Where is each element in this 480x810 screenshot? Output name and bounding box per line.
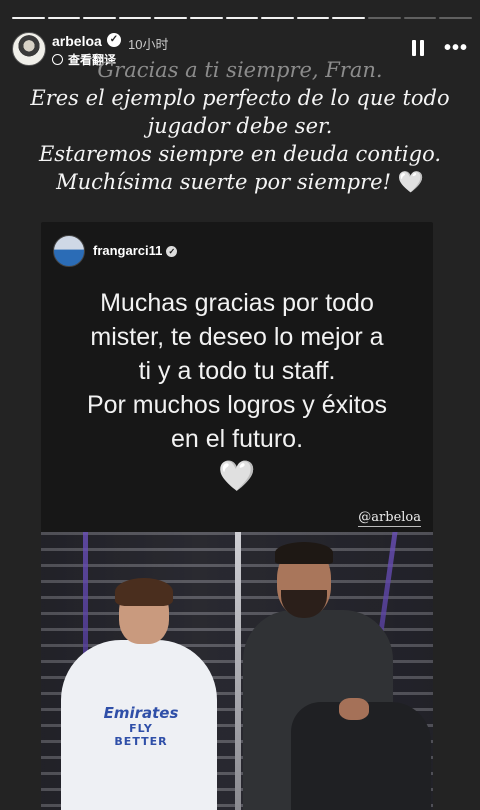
username[interactable]: arbeloa [52, 33, 102, 49]
white-heart-icon: 🤍 [218, 460, 256, 493]
shared-post-line: en el futuro. [170, 425, 304, 453]
progress-segment [439, 17, 472, 19]
story-caption: Gracias a ti siempre, Fran. Eres el ejem… [0, 56, 480, 196]
caption-line: Gracias a ti siempre, Fran. [97, 58, 383, 82]
shared-post-line: ti y a todo tu staff. [138, 357, 336, 385]
jersey-sponsor: Emirates FLY BETTER [101, 704, 181, 748]
progress-segment [403, 17, 437, 19]
shared-post-username[interactable]: frangarci11 ✓ [93, 243, 178, 258]
caption-line: jugador debe ser. [147, 114, 333, 138]
more-icon[interactable]: ••• [444, 38, 468, 58]
caption-text: Muchísima suerte por siempre! [56, 170, 392, 194]
progress-segment [332, 17, 366, 19]
progress-segment [368, 17, 401, 19]
shared-post-line: Por muchos logros y éxitos [86, 391, 388, 419]
shared-post-avatar[interactable] [53, 235, 85, 267]
pause-icon[interactable] [412, 40, 424, 56]
progress-segment [83, 17, 116, 19]
progress-segment [261, 17, 294, 19]
progress-segment [296, 17, 330, 19]
progress-segment [12, 17, 45, 19]
caption-line: Eres el ejemplo perfecto de lo que todo [30, 86, 450, 110]
progress-segment [190, 17, 223, 19]
story-progress-bar [12, 17, 472, 19]
post-time: 10小时 [128, 37, 169, 52]
progress-segment [154, 17, 188, 19]
sponsor-line: FLY BETTER [114, 722, 168, 748]
caption-line: Estaremos siempre en deuda contigo. [38, 142, 442, 166]
white-heart-icon: 🤍 [397, 170, 424, 194]
caption-line: Muchísima suerte por siempre! 🤍 [0, 168, 480, 196]
shared-post-text: Muchas gracias por todo mister, te deseo… [51, 286, 423, 494]
progress-segment [225, 17, 259, 19]
shared-post-line: mister, te deseo lo mejor a [90, 323, 384, 351]
verified-icon: ✓ [107, 33, 121, 47]
progress-segment [118, 17, 152, 19]
shared-post-photo: Emirates FLY BETTER [41, 532, 433, 810]
shared-post-line: Muchas gracias por todo [100, 289, 374, 317]
progress-segment [47, 17, 81, 19]
mention-sticker[interactable]: @arbeloa [358, 510, 421, 527]
shared-post-username-text: frangarci11 [93, 243, 163, 258]
verified-icon: ✓ [166, 246, 178, 257]
shared-post-card[interactable]: frangarci11 ✓ Muchas gracias por todo mis… [41, 222, 433, 542]
sponsor-line: Emirates [103, 704, 179, 722]
